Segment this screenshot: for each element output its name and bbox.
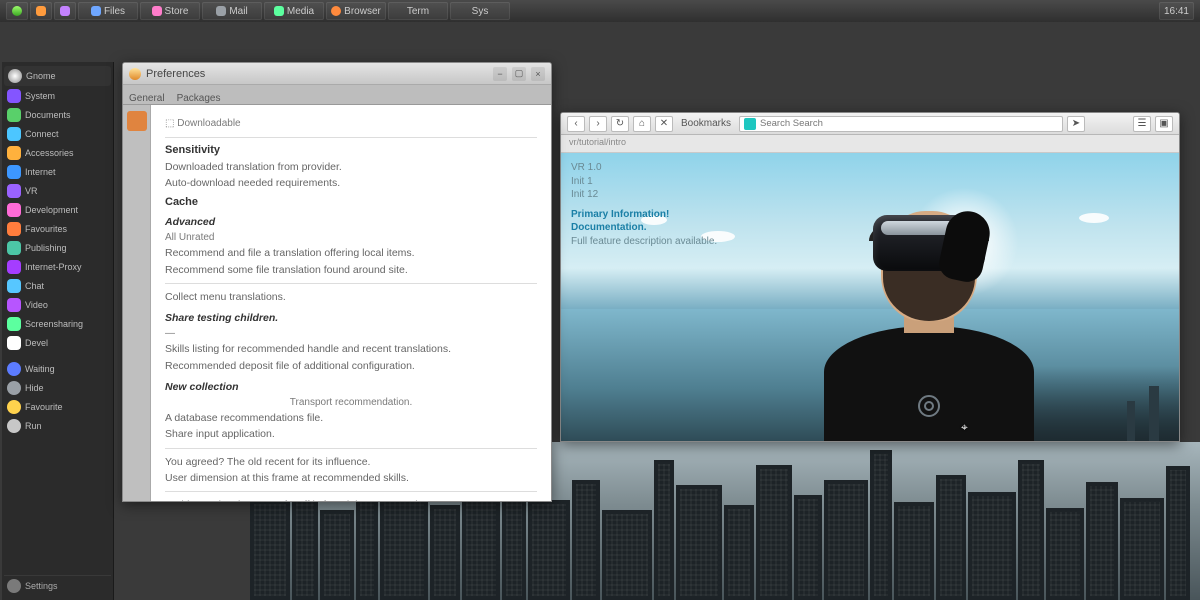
launcher-footer[interactable]: Settings bbox=[4, 575, 111, 596]
ln-item-devel[interactable]: Devel bbox=[4, 334, 111, 352]
tab-general[interactable]: General bbox=[129, 93, 165, 104]
text-line: You agreed? The old recent for its influ… bbox=[165, 455, 537, 469]
os-taskbar: Files Store Mail Media Browser Term Sys … bbox=[0, 0, 1200, 22]
cursor-icon: ⌖ bbox=[961, 420, 968, 435]
window-close-button[interactable]: ▣ bbox=[1155, 116, 1173, 132]
stop-button[interactable]: ✕ bbox=[655, 116, 673, 132]
text-line: A database recommendations file. bbox=[165, 411, 537, 425]
ln-sec-waiting[interactable]: Waiting bbox=[4, 360, 111, 378]
sec-cache: Cache bbox=[165, 196, 537, 208]
tb-files[interactable]: Files bbox=[78, 2, 138, 20]
ln-item-vr[interactable]: VR bbox=[4, 182, 111, 200]
tb-mail[interactable]: Mail bbox=[202, 2, 262, 20]
maximize-button[interactable]: ▢ bbox=[512, 67, 526, 81]
back-button[interactable]: ‹ bbox=[567, 116, 585, 132]
dialog-tabs: General Packages bbox=[123, 85, 551, 105]
text-line: Auto-download needed requirements. bbox=[165, 176, 537, 190]
go-button[interactable]: ➤ bbox=[1067, 116, 1085, 132]
reload-button[interactable]: ↻ bbox=[611, 116, 629, 132]
dialog-title: Preferences bbox=[146, 68, 205, 80]
sec-sensitivity: Sensitivity bbox=[165, 144, 537, 156]
minimize-button[interactable]: − bbox=[493, 67, 507, 81]
ln-item-internet[interactable]: Internet bbox=[4, 163, 111, 181]
page-text-block: VR 1.0 Init 1 Init 12 Primary Informatio… bbox=[571, 161, 717, 248]
text-line: Collect menu translations. bbox=[165, 290, 537, 304]
text-line: Recommend and file a translation offerin… bbox=[165, 246, 537, 260]
ln-item-publishing[interactable]: Publishing bbox=[4, 239, 111, 257]
text-line: Recommend some file translation found ar… bbox=[165, 263, 537, 277]
clock: 16:41 bbox=[1159, 2, 1194, 20]
text-line: Recommended deposit file of additional c… bbox=[165, 359, 537, 373]
dialog-heading: ⬚ Downloadable bbox=[165, 117, 537, 131]
ln-item-proxy[interactable]: Internet-Proxy bbox=[4, 258, 111, 276]
launcher-title: Gnome bbox=[26, 71, 56, 81]
ln-sec-hide[interactable]: Hide bbox=[4, 379, 111, 397]
tb-browser[interactable]: Browser bbox=[326, 2, 386, 20]
category-icon[interactable] bbox=[127, 111, 147, 131]
secure-icon bbox=[744, 118, 756, 130]
tb-store[interactable]: Store bbox=[140, 2, 200, 20]
text-line: Downloaded translation from provider. bbox=[165, 160, 537, 174]
text-sub: All Unrated bbox=[165, 231, 537, 245]
browser-window: ‹ › ↻ ⌂ ✕ Bookmarks Search Search ➤ ☰ ▣ … bbox=[560, 112, 1180, 442]
address-bar[interactable]: Search Search bbox=[739, 116, 1063, 132]
dialog-titlebar[interactable]: Preferences − ▢ × bbox=[123, 63, 551, 85]
ln-item-favourites[interactable]: Favourites bbox=[4, 220, 111, 238]
forward-button[interactable]: › bbox=[589, 116, 607, 132]
tb-app-1[interactable] bbox=[30, 2, 52, 20]
text-sub: — bbox=[165, 327, 537, 341]
sec-new-collection: New collection bbox=[165, 381, 537, 393]
text-line: Share input application. bbox=[165, 427, 537, 441]
bookmarks-label[interactable]: Bookmarks bbox=[681, 118, 731, 129]
text-line: No history development of staff is found… bbox=[165, 498, 537, 501]
launcher-panel: Gnome System Documents Connect Accessori… bbox=[2, 62, 114, 600]
start-button[interactable] bbox=[6, 2, 28, 20]
ln-sec-run[interactable]: Run bbox=[4, 417, 111, 435]
text-line: Transport recommendation. bbox=[165, 396, 537, 410]
browser-viewport[interactable]: VR 1.0 Init 1 Init 12 Primary Informatio… bbox=[561, 153, 1179, 441]
text-line: User dimension at this frame at recommen… bbox=[165, 471, 537, 485]
tb-term[interactable]: Term bbox=[388, 2, 448, 20]
menu-button[interactable]: ☰ bbox=[1133, 116, 1151, 132]
ln-item-development[interactable]: Development bbox=[4, 201, 111, 219]
ln-item-chat[interactable]: Chat bbox=[4, 277, 111, 295]
preferences-window: Preferences − ▢ × General Packages ⬚ Dow… bbox=[122, 62, 552, 502]
browser-toolbar: ‹ › ↻ ⌂ ✕ Bookmarks Search Search ➤ ☰ ▣ bbox=[561, 113, 1179, 135]
text-line: Skills listing for recommended handle an… bbox=[165, 342, 537, 356]
ln-item-system[interactable]: System bbox=[4, 87, 111, 105]
ln-item-connect[interactable]: Connect bbox=[4, 125, 111, 143]
browser-tabstrip[interactable]: vr/tutorial/intro bbox=[561, 135, 1179, 153]
dialog-sidebar bbox=[123, 105, 151, 501]
ln-item-documents[interactable]: Documents bbox=[4, 106, 111, 124]
cloud-icon bbox=[1079, 213, 1109, 223]
ln-item-screenshare[interactable]: Screensharing bbox=[4, 315, 111, 333]
tb-media[interactable]: Media bbox=[264, 2, 324, 20]
ln-sec-favourite[interactable]: Favourite bbox=[4, 398, 111, 416]
home-button[interactable]: ⌂ bbox=[633, 116, 651, 132]
dialog-content[interactable]: ⬚ Downloadable Sensitivity Downloaded tr… bbox=[151, 105, 551, 501]
gear-icon bbox=[7, 579, 21, 593]
ln-item-accessories[interactable]: Accessories bbox=[4, 144, 111, 162]
close-button[interactable]: × bbox=[531, 67, 545, 81]
sec-advanced: Advanced bbox=[165, 216, 537, 228]
shirt-logo-icon bbox=[918, 395, 940, 417]
tab-packages[interactable]: Packages bbox=[177, 93, 221, 104]
tb-app-2[interactable] bbox=[54, 2, 76, 20]
ln-item-video[interactable]: Video bbox=[4, 296, 111, 314]
launcher-header: Gnome bbox=[4, 66, 111, 86]
tb-sys[interactable]: Sys bbox=[450, 2, 510, 20]
app-icon bbox=[129, 68, 141, 80]
text-line: Share testing children. bbox=[165, 312, 537, 324]
vr-user-illustration bbox=[799, 201, 1059, 441]
